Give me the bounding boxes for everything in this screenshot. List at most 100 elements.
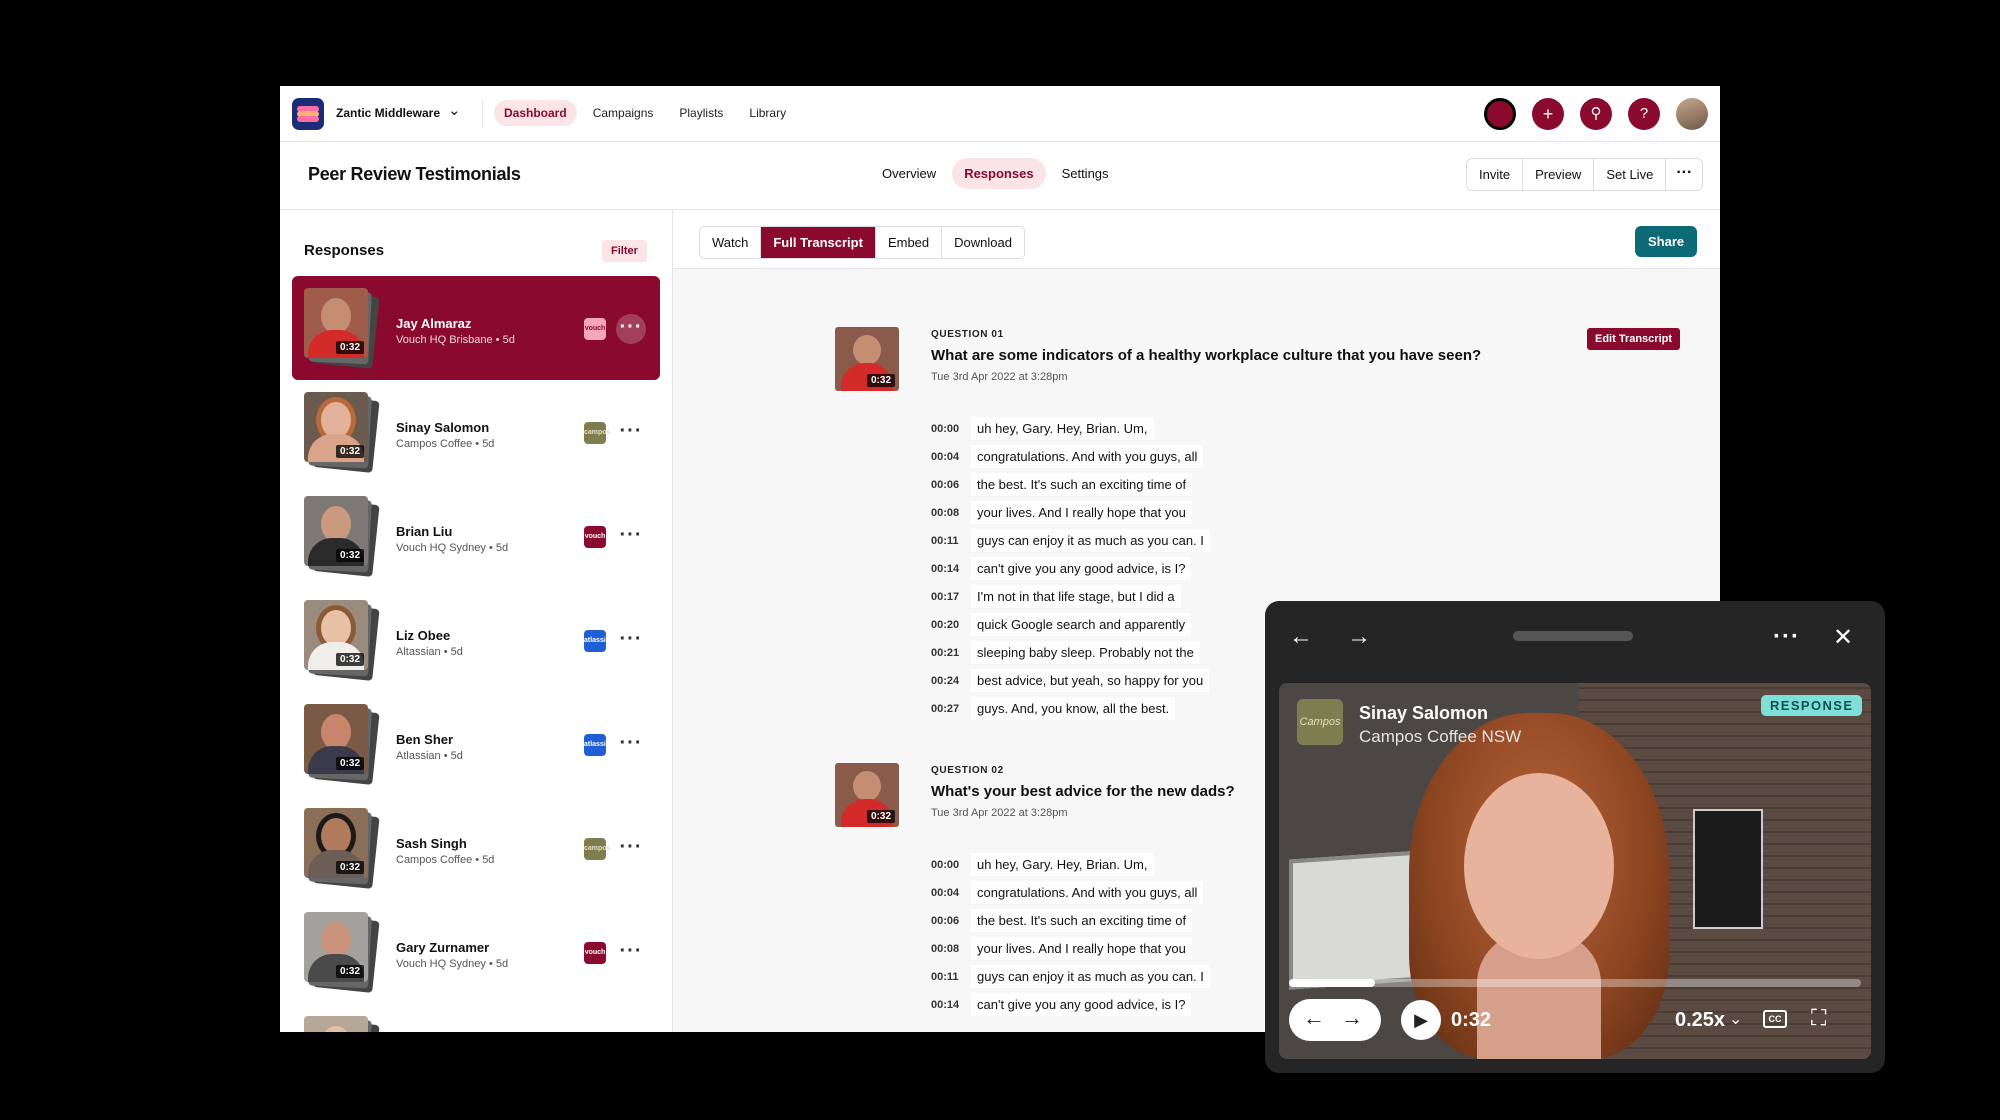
top-nav: Dashboard Campaigns Playlists Library	[494, 100, 796, 126]
timestamp: 00:06	[931, 914, 960, 927]
tab-full-transcript[interactable]: Full Transcript	[761, 227, 876, 258]
invite-button[interactable]: Invite	[1467, 159, 1524, 190]
nav-library[interactable]: Library	[739, 100, 796, 126]
transcript-line[interactable]: 00:27 guys. And, you know, all the best.	[931, 697, 1176, 721]
transcript-text: sleeping baby sleep. Probably not the	[971, 641, 1200, 664]
app-logo[interactable]	[292, 98, 324, 130]
more-icon[interactable]: ···	[1666, 159, 1702, 190]
captions-icon[interactable]: CC	[1763, 1010, 1787, 1028]
tab-responses[interactable]: Responses	[952, 158, 1046, 189]
arrow-right-icon[interactable]: →	[1347, 623, 1371, 651]
transcript-line[interactable]: 00:14 can't give you any good advice, is …	[931, 557, 1192, 581]
set-live-button[interactable]: Set Live	[1594, 159, 1667, 190]
response-name: Gary Zurnamer	[396, 940, 490, 955]
duration-badge: 0:32	[335, 757, 364, 770]
arrow-left-icon[interactable]: ←	[1289, 623, 1313, 651]
more-options-icon[interactable]: ···	[616, 626, 646, 656]
plus-icon[interactable]: +	[1532, 98, 1564, 130]
response-item[interactable]: 0:32 Jay Almaraz Vouch HQ Brisbane • 5d …	[292, 276, 660, 380]
transcript-line[interactable]: 00:06 the best. It's such an exciting tim…	[931, 473, 1193, 497]
chevron-down-icon[interactable]: ⌄	[1729, 1009, 1742, 1029]
help-icon[interactable]: ?	[1628, 98, 1660, 130]
transcript-line[interactable]: 00:20 quick Google search and apparently	[931, 613, 1192, 637]
duration-badge: 0:32	[335, 653, 364, 666]
timestamp: 00:17	[931, 590, 960, 603]
transcript-line[interactable]: 00:24 best advice, but yeah, so happy for…	[931, 669, 1210, 693]
share-button[interactable]: Share	[1635, 226, 1698, 257]
search-icon[interactable]: ⚲	[1580, 98, 1612, 130]
more-options-icon[interactable]: ···	[1773, 623, 1800, 651]
org-name[interactable]: Zantic Middleware	[336, 106, 440, 120]
duration-badge: 0:32	[335, 965, 364, 978]
skip-back-icon[interactable]: ←	[1303, 1005, 1325, 1031]
tab-settings[interactable]: Settings	[1050, 158, 1121, 189]
response-item[interactable]: 0:32 Sinay Salomon Campos Coffee • 5d ca…	[292, 380, 660, 484]
more-options-icon[interactable]: ···	[616, 314, 646, 344]
tab-watch[interactable]: Watch	[700, 227, 762, 258]
fullscreen-icon[interactable]: ⛶	[1811, 1005, 1826, 1031]
response-item[interactable]: 0:32 Liz Obee Altassian • 5d atlassian ·…	[292, 588, 660, 692]
transcript-line[interactable]: 00:00 uh hey, Gary. Hey, Brian. Um,	[931, 853, 1154, 877]
nav-playlists[interactable]: Playlists	[669, 100, 733, 126]
video-frame[interactable]: Campos Sinay Salomon Campos Coffee NSW R…	[1279, 683, 1871, 1059]
status-ring-icon[interactable]	[1484, 98, 1516, 130]
response-item[interactable]: 0:32 Ben Sher Atlassian • 5d atlassian ·…	[292, 692, 660, 796]
nav-campaigns[interactable]: Campaigns	[583, 100, 664, 126]
tab-download[interactable]: Download	[942, 227, 1024, 258]
atlassian-logo-icon: atlassian	[584, 630, 614, 652]
title-bar: Peer Review Testimonials Overview Respon…	[280, 142, 1720, 210]
transcript-line[interactable]: 00:04 congratulations. And with you guys,…	[931, 445, 1204, 469]
avatar[interactable]	[1676, 98, 1708, 130]
campos-logo-icon: Campos	[1297, 699, 1343, 745]
transcript-line[interactable]: 00:08 your lives. And I really hope that …	[931, 501, 1192, 525]
response-item[interactable]: 0:32 Brian Liu Vouch HQ Sydney • 5d vouc…	[292, 484, 660, 588]
transcript-line[interactable]: 00:08 your lives. And I really hope that …	[931, 937, 1192, 961]
transcript-text: best advice, but yeah, so happy for you	[971, 669, 1210, 692]
sidebar-title: Responses	[304, 242, 385, 259]
filter-button[interactable]: Filter	[602, 240, 647, 262]
response-item[interactable]: 0:32 Gary Zurnamer Vouch HQ Sydney • 5d …	[292, 900, 660, 1004]
more-options-icon[interactable]: ···	[616, 730, 646, 760]
video-time: 0:32	[1451, 1009, 1492, 1031]
question-label: QUESTION 01	[931, 329, 1004, 340]
timestamp: 00:11	[931, 534, 959, 547]
more-options-icon[interactable]: ···	[616, 938, 646, 968]
close-icon[interactable]: ✕	[1833, 623, 1853, 652]
transcript-line[interactable]: 00:11 guys can enjoy it as much as you ca…	[931, 529, 1210, 553]
transcript-line[interactable]: 00:11 guys can enjoy it as much as you ca…	[931, 965, 1210, 989]
response-item[interactable]: 0:32 Sash Singh Campos Coffee • 5d campo…	[292, 796, 660, 900]
nav-dashboard[interactable]: Dashboard	[494, 100, 577, 126]
vouch-logo-icon: vouch	[584, 318, 606, 340]
response-org: Campos Coffee • 5d	[396, 438, 495, 450]
chevron-down-icon[interactable]: ⌄	[448, 101, 461, 119]
preview-button[interactable]: Preview	[1523, 159, 1595, 190]
question-thumbnail[interactable]: 0:32	[835, 763, 899, 827]
question-date: Tue 3rd Apr 2022 at 3:28pm	[931, 371, 1068, 383]
timestamp: 00:08	[931, 942, 960, 955]
drag-handle[interactable]	[1513, 631, 1633, 641]
response-org: Vouch HQ Sydney • 5d	[396, 958, 509, 970]
playback-speed[interactable]: 0.25x	[1675, 1009, 1725, 1032]
vouch-logo-icon: vouch	[584, 526, 606, 548]
transcript-line[interactable]: 00:04 congratulations. And with you guys,…	[931, 881, 1204, 905]
transcript-line[interactable]: 00:17 I'm not in that life stage, but I d…	[931, 585, 1181, 609]
transcript-line[interactable]: 00:14 can't give you any good advice, is …	[931, 993, 1192, 1017]
tab-overview[interactable]: Overview	[870, 158, 948, 189]
question-thumbnail[interactable]: 0:32	[835, 327, 899, 391]
response-item[interactable]	[292, 1004, 660, 1032]
more-options-icon[interactable]: ···	[616, 418, 646, 448]
transcript-text: I'm not in that life stage, but I did a	[971, 585, 1181, 608]
play-button[interactable]: ▶	[1401, 1000, 1441, 1040]
timestamp: 00:21	[931, 646, 960, 659]
transcript-text: guys. And, you know, all the best.	[971, 697, 1176, 720]
progress-bar[interactable]	[1289, 979, 1861, 987]
more-options-icon[interactable]: ···	[616, 834, 646, 864]
skip-forward-icon[interactable]: →	[1341, 1005, 1363, 1031]
tab-embed[interactable]: Embed	[876, 227, 943, 258]
transcript-line[interactable]: 00:06 the best. It's such an exciting tim…	[931, 909, 1193, 933]
more-options-icon[interactable]: ···	[616, 522, 646, 552]
transcript-line[interactable]: 00:00 uh hey, Gary. Hey, Brian. Um,	[931, 417, 1154, 441]
campos-logo-icon: campos	[584, 838, 610, 860]
edit-transcript-button[interactable]: Edit Transcript	[1587, 328, 1681, 350]
transcript-line[interactable]: 00:21 sleeping baby sleep. Probably not t…	[931, 641, 1200, 665]
